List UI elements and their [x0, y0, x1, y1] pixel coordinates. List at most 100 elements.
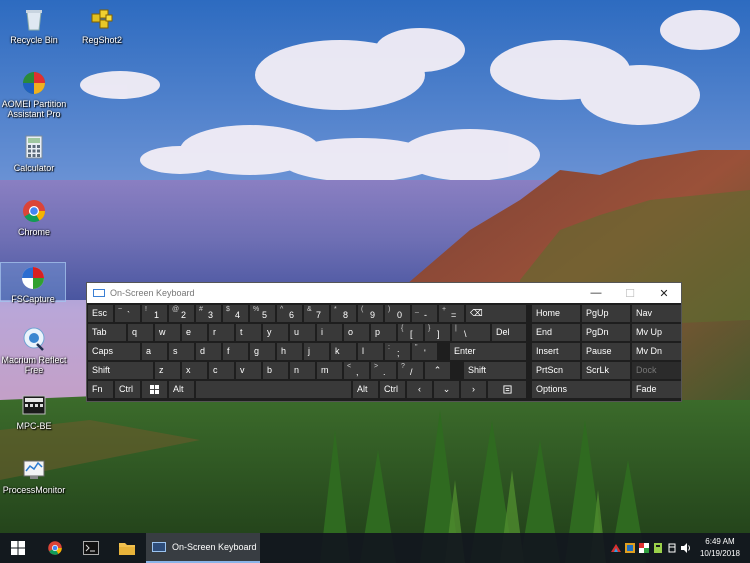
- key-shift-right[interactable]: Shift: [464, 362, 526, 379]
- key-backspace[interactable]: ⌫: [466, 305, 526, 322]
- key-j[interactable]: j: [304, 343, 329, 360]
- desktop-icon-aomei[interactable]: AOMEI Partition Assistant Pro: [0, 70, 70, 119]
- close-button[interactable]: ✕: [647, 283, 681, 303]
- key-fade[interactable]: Fade: [632, 381, 681, 398]
- key-bracket-right[interactable]: }]: [425, 324, 450, 341]
- key-context-menu[interactable]: [488, 381, 526, 398]
- key-dock[interactable]: Dock: [632, 362, 681, 379]
- tray-app-icon-4[interactable]: [652, 542, 664, 554]
- key-pause[interactable]: Pause: [582, 343, 630, 360]
- tray-app-icon-2[interactable]: [624, 542, 636, 554]
- key-8[interactable]: * 8: [331, 305, 356, 322]
- key-3[interactable]: #3: [196, 305, 221, 322]
- minimize-button[interactable]: —: [579, 283, 613, 303]
- key-end[interactable]: End: [532, 324, 580, 341]
- key-0[interactable]: ) 0: [385, 305, 410, 322]
- key-i[interactable]: i: [317, 324, 342, 341]
- key-f[interactable]: f: [223, 343, 248, 360]
- key-tab[interactable]: Tab: [88, 324, 126, 341]
- key-alt-right[interactable]: Alt: [353, 381, 378, 398]
- desktop-icon-chrome[interactable]: Chrome: [0, 198, 70, 237]
- key-options[interactable]: Options: [532, 381, 630, 398]
- desktop-icon-regshot2[interactable]: RegShot2: [66, 6, 138, 45]
- key-caps[interactable]: Caps: [88, 343, 140, 360]
- key-arrow-right[interactable]: ›: [461, 381, 486, 398]
- key-period[interactable]: >.: [371, 362, 396, 379]
- key-l[interactable]: l: [358, 343, 383, 360]
- key-mv-dn[interactable]: Mv Dn: [632, 343, 681, 360]
- key-p[interactable]: p: [371, 324, 396, 341]
- key-7[interactable]: & 7: [304, 305, 329, 322]
- title-bar[interactable]: On-Screen Keyboard — ☐ ✕: [87, 283, 681, 303]
- key-6[interactable]: ^ 6: [277, 305, 302, 322]
- desktop-icon-processmonitor[interactable]: ProcessMonitor: [0, 456, 70, 495]
- on-screen-keyboard-window[interactable]: On-Screen Keyboard — ☐ ✕ Esc ~ ` ! 1 @2 #3…: [86, 282, 682, 402]
- key-e[interactable]: e: [182, 324, 207, 341]
- key-slash[interactable]: ? /: [398, 362, 423, 379]
- key-insert[interactable]: Insert: [532, 343, 580, 360]
- key-alt-left[interactable]: Alt: [169, 381, 194, 398]
- key-prtscn[interactable]: PrtScn: [532, 362, 580, 379]
- desktop-icon-mpc-be[interactable]: MPC-BE: [0, 392, 70, 431]
- key-pgdn[interactable]: PgDn: [582, 324, 630, 341]
- key-mv-up[interactable]: Mv Up: [632, 324, 681, 341]
- key-1[interactable]: ! 1: [142, 305, 167, 322]
- key-n[interactable]: n: [290, 362, 315, 379]
- key-semicolon[interactable]: :;: [385, 343, 410, 360]
- key-fn[interactable]: Fn: [88, 381, 113, 398]
- key-d[interactable]: d: [196, 343, 221, 360]
- desktop-icon-macrium[interactable]: Macrium Reflect Free: [0, 326, 70, 375]
- key-windows[interactable]: [142, 381, 167, 398]
- key-u[interactable]: u: [290, 324, 315, 341]
- key-b[interactable]: b: [263, 362, 288, 379]
- key-minus[interactable]: _ -: [412, 305, 437, 322]
- key-backtick[interactable]: ~ `: [115, 305, 140, 322]
- key-equals[interactable]: + =: [439, 305, 464, 322]
- key-v[interactable]: v: [236, 362, 261, 379]
- key-o[interactable]: o: [344, 324, 369, 341]
- key-5[interactable]: % 5: [250, 305, 275, 322]
- maximize-button[interactable]: ☐: [613, 283, 647, 303]
- key-k[interactable]: k: [331, 343, 356, 360]
- key-r[interactable]: r: [209, 324, 234, 341]
- taskbar-chrome[interactable]: [38, 533, 72, 563]
- volume-icon[interactable]: [680, 542, 692, 554]
- key-x[interactable]: x: [182, 362, 207, 379]
- key-a[interactable]: a: [142, 343, 167, 360]
- tray-app-icon-3[interactable]: [638, 542, 650, 554]
- key-s[interactable]: s: [169, 343, 194, 360]
- key-ctrl-right[interactable]: Ctrl: [380, 381, 405, 398]
- key-del[interactable]: Del: [492, 324, 526, 341]
- key-y[interactable]: y: [263, 324, 288, 341]
- key-q[interactable]: q: [128, 324, 153, 341]
- key-m[interactable]: m: [317, 362, 342, 379]
- key-quote[interactable]: " ': [412, 343, 437, 360]
- key-t[interactable]: t: [236, 324, 261, 341]
- key-home[interactable]: Home: [532, 305, 580, 322]
- tray-icon-5[interactable]: [666, 542, 678, 554]
- key-esc[interactable]: Esc: [88, 305, 113, 322]
- key-z[interactable]: z: [155, 362, 180, 379]
- key-arrow-left[interactable]: ‹: [407, 381, 432, 398]
- key-bracket-left[interactable]: {[: [398, 324, 423, 341]
- key-scrlk[interactable]: ScrLk: [582, 362, 630, 379]
- taskbar-terminal[interactable]: [74, 533, 108, 563]
- taskbar-file-explorer[interactable]: [110, 533, 144, 563]
- key-enter[interactable]: Enter: [450, 343, 526, 360]
- key-nav[interactable]: Nav: [632, 305, 681, 322]
- key-backslash[interactable]: | \: [452, 324, 490, 341]
- key-4[interactable]: $4: [223, 305, 248, 322]
- desktop-icon-recycle-bin[interactable]: Recycle Bin: [0, 6, 70, 45]
- taskbar-on-screen-keyboard[interactable]: On-Screen Keyboard: [146, 533, 260, 563]
- start-button[interactable]: [0, 533, 36, 563]
- key-2[interactable]: @2: [169, 305, 194, 322]
- key-space[interactable]: [196, 381, 351, 398]
- key-comma[interactable]: <,: [344, 362, 369, 379]
- key-w[interactable]: w: [155, 324, 180, 341]
- desktop-icon-calculator[interactable]: Calculator: [0, 134, 70, 173]
- key-ctrl-left[interactable]: Ctrl: [115, 381, 140, 398]
- key-h[interactable]: h: [277, 343, 302, 360]
- key-g[interactable]: g: [250, 343, 275, 360]
- key-pgup[interactable]: PgUp: [582, 305, 630, 322]
- key-arrow-up[interactable]: ⌃: [425, 362, 450, 379]
